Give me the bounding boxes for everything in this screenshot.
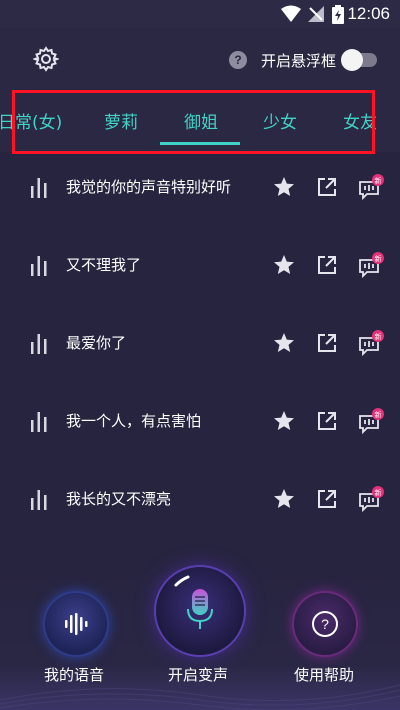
new-badge: 新 xyxy=(375,254,382,263)
list-item-label: 我一个人，有点害怕 xyxy=(66,412,202,430)
new-badge: 新 xyxy=(375,410,382,419)
share-icon[interactable] xyxy=(316,254,338,276)
audio-bars-icon xyxy=(31,412,47,432)
share-icon[interactable] xyxy=(316,410,338,432)
share-icon[interactable] xyxy=(316,488,338,510)
list-item-label: 最爱你了 xyxy=(66,334,127,352)
chat-new-icon[interactable]: 新 xyxy=(357,486,385,514)
list-item[interactable]: 我一个人，有点害怕 新 xyxy=(0,386,400,464)
status-time: 12:06 xyxy=(347,4,390,23)
use-help-button[interactable]: ? xyxy=(294,593,356,655)
new-badge: 新 xyxy=(375,332,382,341)
list-item[interactable]: 我觉的你的声音特别好听 新 xyxy=(0,152,400,230)
svg-text:?: ? xyxy=(321,616,329,632)
sound-wave-icon xyxy=(65,613,88,635)
floating-window-help-icon[interactable]: ? xyxy=(229,51,247,69)
use-help-label: 使用帮助 xyxy=(294,666,355,684)
status-bar: 12:06 xyxy=(0,0,400,28)
audio-bars-icon xyxy=(31,178,47,198)
audio-bars-icon xyxy=(31,256,47,276)
share-icon[interactable] xyxy=(316,332,338,354)
wifi-icon xyxy=(281,5,301,22)
list-item-label: 我觉的你的声音特别好听 xyxy=(66,178,232,196)
share-icon[interactable] xyxy=(316,176,338,198)
start-voice-change-label: 开启变声 xyxy=(168,666,229,684)
start-voice-change-button[interactable] xyxy=(156,567,244,655)
star-icon[interactable] xyxy=(273,488,295,510)
highlight-annotation-box xyxy=(12,90,375,154)
chat-new-icon[interactable]: 新 xyxy=(357,408,385,436)
list-item[interactable]: 我长的又不漂亮 新 xyxy=(0,464,400,542)
chat-new-icon[interactable]: 新 xyxy=(357,252,385,280)
new-badge: 新 xyxy=(375,488,382,497)
top-bar: ? 开启悬浮框 xyxy=(0,28,400,90)
bottom-nav: 我的语音 开启变声 ? 使用帮助 xyxy=(0,560,400,710)
question-icon: ? xyxy=(312,611,338,637)
gear-icon[interactable] xyxy=(33,46,59,72)
no-signal-icon xyxy=(308,6,324,22)
my-voice-label: 我的语音 xyxy=(44,666,105,684)
audio-bars-icon xyxy=(31,334,47,354)
new-badge: 新 xyxy=(375,176,382,185)
list-item-label: 我长的又不漂亮 xyxy=(66,490,172,508)
battery-charging-icon xyxy=(332,5,344,24)
list-item-label: 又不理我了 xyxy=(66,256,142,274)
my-voice-button[interactable] xyxy=(45,593,107,655)
floating-window-label: 开启悬浮框 xyxy=(261,52,337,70)
star-icon[interactable] xyxy=(273,332,295,354)
audio-bars-icon xyxy=(31,490,47,510)
chat-new-icon[interactable]: 新 xyxy=(357,174,385,202)
star-icon[interactable] xyxy=(273,254,295,276)
toggle-knob xyxy=(341,49,363,71)
list-item[interactable]: 又不理我了 新 xyxy=(0,230,400,308)
star-icon[interactable] xyxy=(273,176,295,198)
list-item[interactable]: 最爱你了 新 xyxy=(0,308,400,386)
chat-new-icon[interactable]: 新 xyxy=(357,330,385,358)
star-icon[interactable] xyxy=(273,410,295,432)
microphone-icon xyxy=(187,589,213,629)
floating-window-toggle[interactable] xyxy=(341,49,379,71)
